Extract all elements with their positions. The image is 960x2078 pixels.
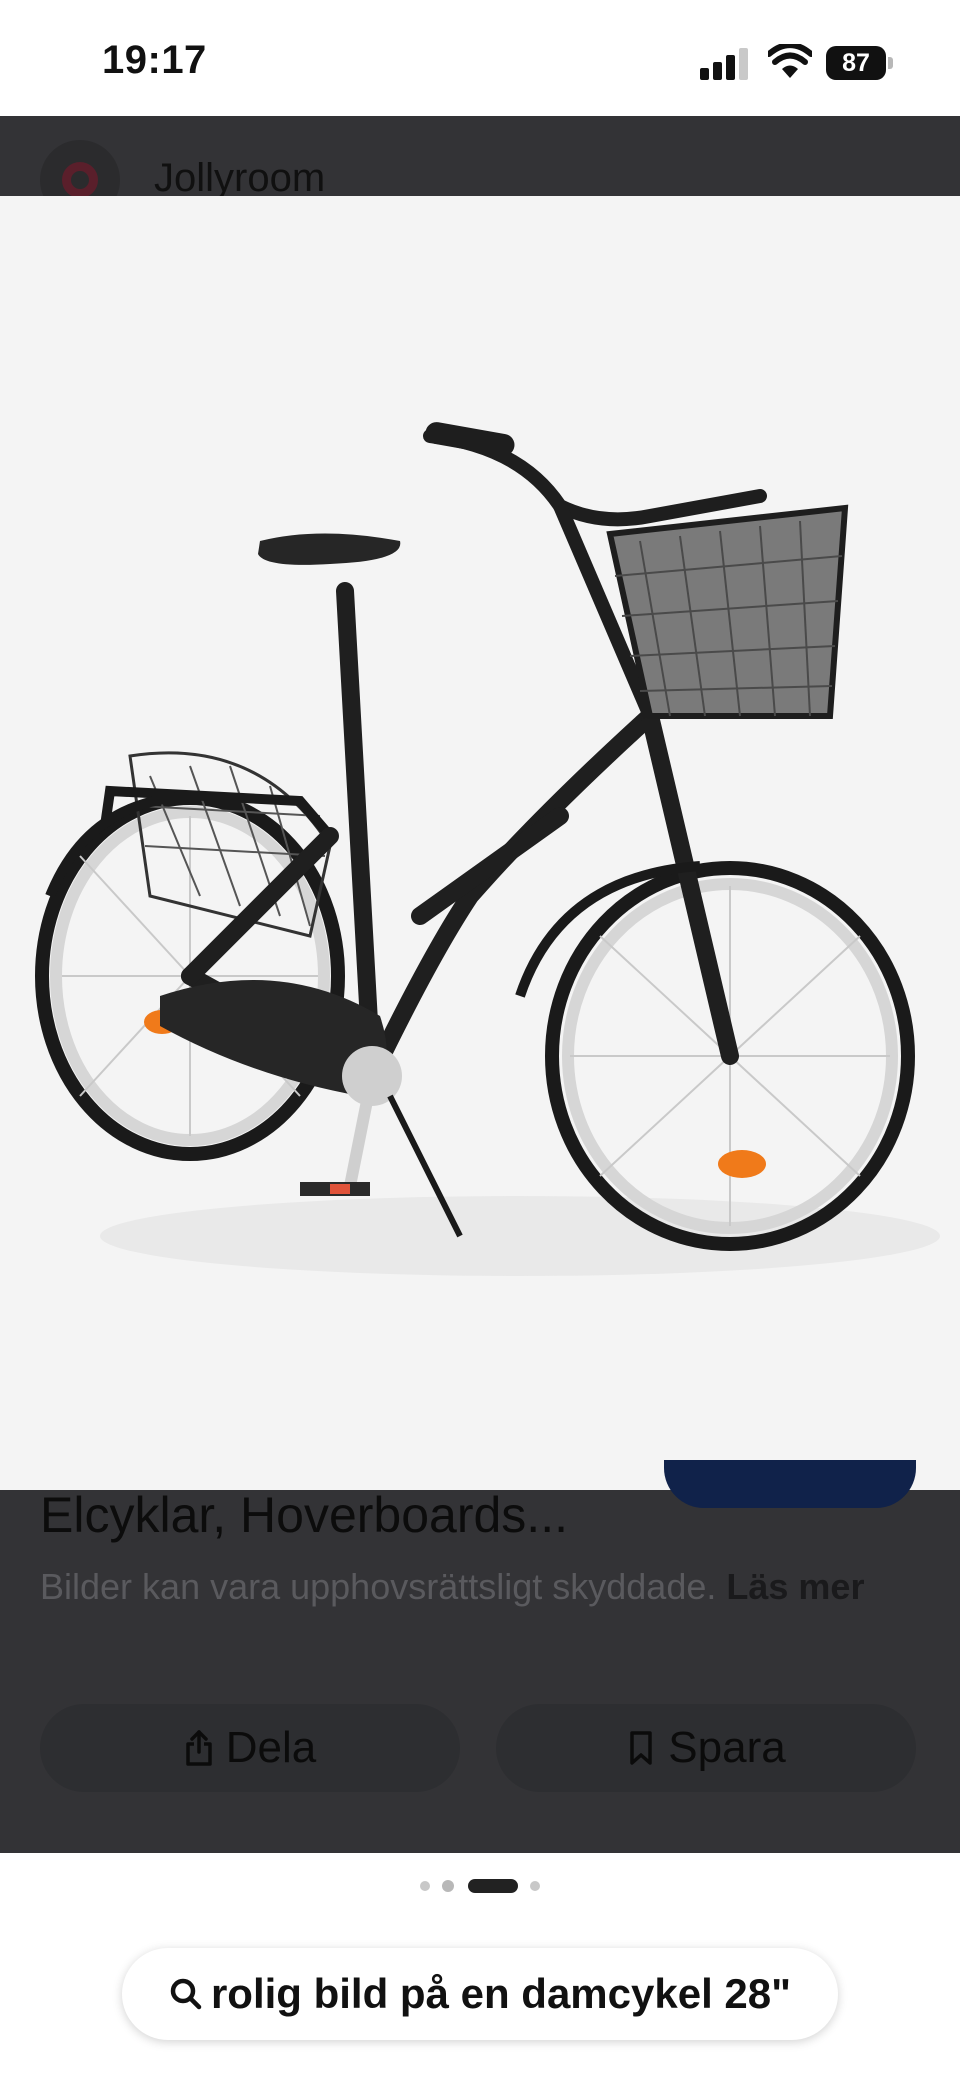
wifi-icon <box>768 44 812 78</box>
status-bar: 19:17 87 <box>0 0 960 116</box>
source-logo-ring <box>62 162 98 198</box>
visit-button-peek[interactable] <box>664 1460 916 1508</box>
battery-level: 87 <box>826 46 886 80</box>
search-query-pill[interactable]: rolig bild på en damcykel 28" <box>122 1948 838 2040</box>
save-label: Spara <box>668 1723 786 1772</box>
cellular-signal-icon <box>700 48 748 80</box>
status-time: 19:17 <box>102 38 207 82</box>
copyright-text: Bilder kan vara upphovsrättsligt skyddad… <box>40 1566 717 1607</box>
search-icon <box>170 1978 202 2010</box>
read-more-link[interactable]: Läs mer <box>726 1566 864 1607</box>
save-button[interactable]: Spara <box>496 1704 916 1792</box>
page-dot[interactable] <box>420 1881 430 1891</box>
battery-icon: 87 <box>826 46 894 80</box>
share-label: Dela <box>225 1723 317 1772</box>
result-title[interactable]: Elcyklar, Hoverboards... <box>40 1486 568 1544</box>
copyright-notice: Bilder kan vara upphovsrättsligt skyddad… <box>40 1560 920 1614</box>
search-query-text: rolig bild på en damcykel 28" <box>210 1970 792 2017</box>
bookmark-icon <box>630 1731 653 1765</box>
share-icon <box>186 1730 212 1766</box>
page-dot[interactable] <box>530 1881 540 1891</box>
share-button[interactable]: Dela <box>40 1704 460 1792</box>
source-name: Jollyroom <box>154 156 326 200</box>
page-dot[interactable] <box>442 1880 454 1892</box>
page-indicator <box>418 1876 542 1896</box>
bicycle-image <box>0 196 960 1490</box>
image-preview[interactable] <box>0 196 960 1490</box>
page-dot-active[interactable] <box>468 1879 518 1893</box>
battery-tip <box>888 57 893 69</box>
